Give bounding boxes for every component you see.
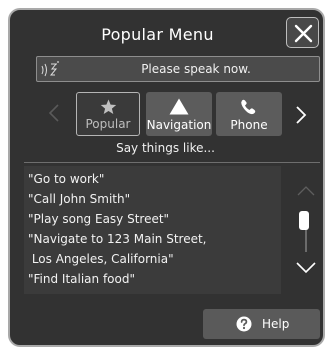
example-command-item[interactable]: "Go to work" — [28, 172, 104, 186]
category-popular-button[interactable]: Popular — [76, 92, 140, 136]
example-command-item[interactable]: Los Angeles, California" — [28, 252, 174, 266]
example-command-item[interactable]: "Find Italian food" — [28, 272, 135, 286]
hint-text: Say things like... — [116, 141, 215, 155]
phone-icon — [241, 99, 256, 115]
category-popular-label: Popular — [85, 117, 131, 131]
navigation-arrow-icon — [169, 98, 189, 115]
help-icon — [236, 316, 252, 332]
example-command-item[interactable]: "Navigate to 123 Main Street, — [28, 232, 206, 246]
example-command-item[interactable]: "Call John Smith" — [28, 192, 130, 206]
scroll-down-arrow-icon[interactable] — [296, 262, 316, 274]
speak-prompt-bar: Please speak now. — [36, 56, 320, 82]
category-phone-label: Phone — [230, 118, 268, 132]
scrollbar-thumb[interactable] — [299, 211, 309, 230]
category-navigation-button[interactable]: Navigation — [146, 92, 212, 136]
help-label: Help — [262, 317, 290, 331]
next-category-arrow-icon[interactable] — [295, 105, 307, 125]
voice-recognition-icon — [41, 61, 59, 77]
previous-category-arrow-icon[interactable] — [48, 103, 60, 123]
example-command-item[interactable]: "Play song Easy Street" — [28, 212, 169, 226]
speak-prompt-text: Please speak now. — [141, 62, 251, 76]
scroll-up-arrow-icon[interactable] — [297, 185, 315, 196]
category-phone-button[interactable]: Phone — [216, 92, 282, 136]
star-icon — [100, 99, 116, 114]
dialog-title: Popular Menu — [101, 25, 214, 44]
divider — [24, 162, 320, 163]
close-icon — [294, 24, 313, 43]
help-button[interactable]: Help — [203, 309, 320, 339]
close-button[interactable] — [286, 17, 319, 48]
category-navigation-label: Navigation — [146, 118, 212, 132]
